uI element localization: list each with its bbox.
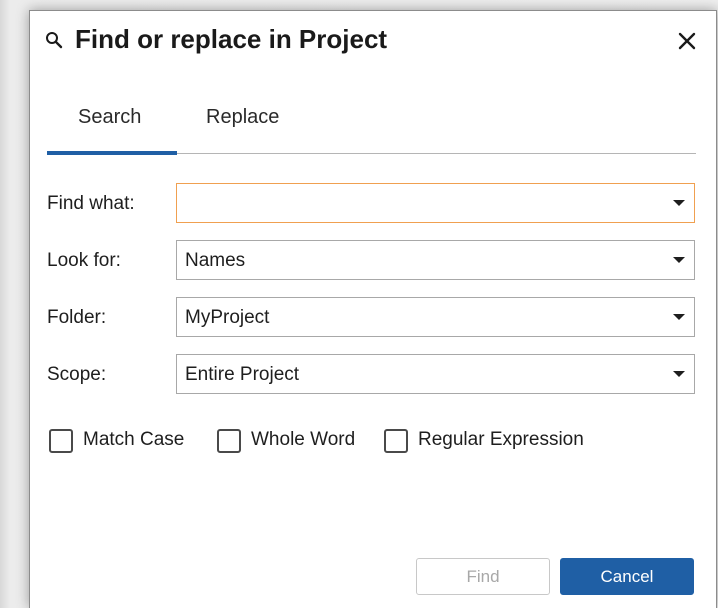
find-what-combo[interactable] [176,183,695,223]
regular-expression-option[interactable]: Regular Expression [384,428,624,456]
dialog-title: Find or replace in Project [75,24,388,54]
chevron-down-icon[interactable] [673,314,685,320]
scope-combo[interactable]: Entire Project [176,354,695,394]
search-icon [46,32,63,49]
regular-expression-label: Regular Expression [418,429,584,450]
folder-value: MyProject [185,307,270,328]
chevron-down-icon[interactable] [673,371,685,377]
look-for-value: Names [185,250,246,271]
folder-label: Folder: [47,307,107,328]
regular-expression-checkbox[interactable] [384,429,408,453]
find-button[interactable]: Find [416,558,550,595]
look-for-combo[interactable]: Names [176,240,695,280]
active-tab-indicator [47,151,177,155]
tab-search[interactable]: Search [78,106,141,129]
whole-word-checkbox[interactable] [217,429,241,453]
folder-combo[interactable]: MyProject [176,297,695,337]
close-icon[interactable] [676,30,698,52]
whole-word-label: Whole Word [251,429,356,450]
look-for-label: Look for: [47,250,121,271]
chevron-down-icon[interactable] [673,200,685,206]
match-case-checkbox[interactable] [49,429,73,453]
scope-label: Scope: [47,364,107,385]
tab-replace[interactable]: Replace [206,106,279,129]
tab-bar: Search Replace [47,96,696,155]
chevron-down-icon[interactable] [673,257,685,263]
find-replace-dialog: Find or replace in Project Search Replac… [29,10,717,608]
whole-word-option[interactable]: Whole Word [217,428,367,456]
title-bar: Find or replace in Project [30,11,716,73]
search-options: Match Case Whole Word Regular Expression [49,428,669,456]
match-case-option[interactable]: Match Case [49,428,199,456]
find-what-label: Find what: [47,193,135,214]
scope-value: Entire Project [185,364,300,385]
match-case-label: Match Case [83,429,185,450]
cancel-button[interactable]: Cancel [560,558,694,595]
